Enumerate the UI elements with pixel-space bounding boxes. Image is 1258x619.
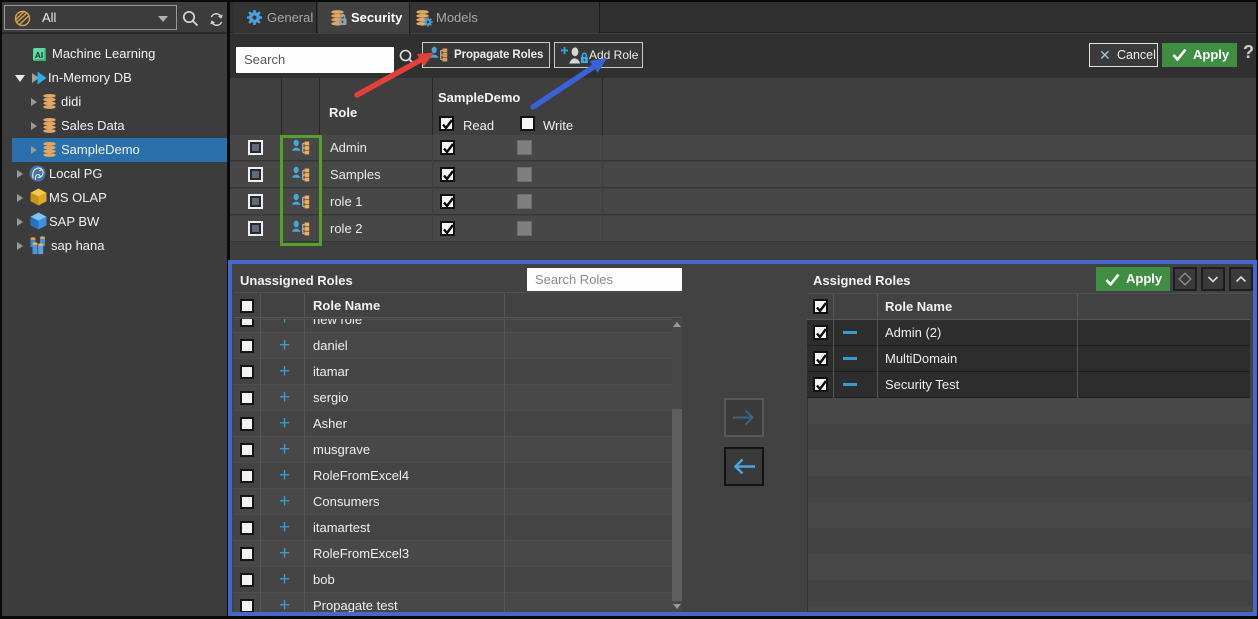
svg-text:AI: AI <box>35 50 43 60</box>
